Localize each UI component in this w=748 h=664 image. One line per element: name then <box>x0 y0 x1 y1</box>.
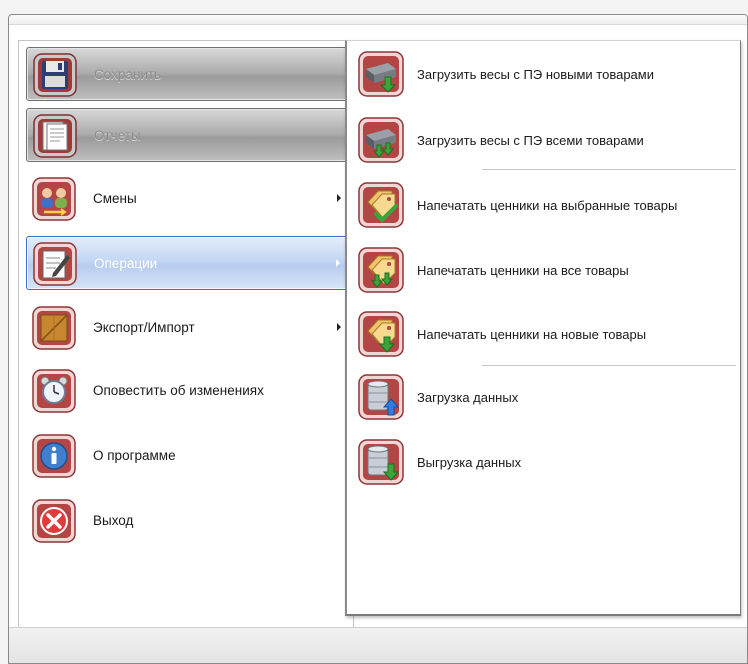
window-status-area <box>9 627 747 663</box>
database-download-icon <box>358 439 404 485</box>
menu-item-save-label: Сохранить <box>94 67 162 82</box>
price-tag-all-icon <box>358 247 404 293</box>
menu-item-notify-changes-label: Оповестить об изменениях <box>93 383 264 398</box>
scale-download-all-icon <box>358 117 404 163</box>
submenu-item-data-download[interactable]: Выгрузка данных <box>349 433 741 491</box>
submenu-arrow-icon <box>337 194 341 202</box>
box-export-icon <box>32 306 76 350</box>
price-tag-check-icon <box>358 182 404 228</box>
submenu-item-print-all[interactable]: Напечатать ценники на все товары <box>349 241 741 299</box>
alarm-clock-icon <box>32 369 76 413</box>
menu-item-export-import[interactable]: Экспорт/Импорт <box>26 301 354 355</box>
submenu-item-load-scales-new-label: Загрузить весы с ПЭ новыми товарами <box>417 66 654 82</box>
menu-item-shifts[interactable]: Смены <box>26 172 354 226</box>
menu-item-export-import-label: Экспорт/Импорт <box>93 320 195 335</box>
info-icon <box>32 434 76 478</box>
submenu-item-print-new-label: Напечатать ценники на новые товары <box>417 326 647 342</box>
submenu-item-load-scales-all-label: Загрузить весы с ПЭ всеми товарами <box>417 132 644 148</box>
menu-item-operations[interactable]: Операции <box>26 236 354 290</box>
submenu-item-print-selected-label: Напечатать ценники на выбранные товары <box>417 197 678 213</box>
menu-item-about-label: О программе <box>93 448 176 463</box>
menu-item-operations-label: Операции <box>94 256 158 271</box>
clipboard-edit-icon <box>33 242 77 286</box>
submenu-item-load-scales-all[interactable]: Загрузить весы с ПЭ всеми товарами <box>349 111 741 169</box>
menu-item-save[interactable]: Сохранить <box>26 47 354 101</box>
menu-item-reports-label: Отчеты <box>94 128 141 143</box>
submenu-item-data-download-label: Выгрузка данных <box>417 454 522 470</box>
price-tag-new-icon <box>358 311 404 357</box>
menu-item-exit[interactable]: Выход <box>26 494 354 548</box>
submenu-item-print-selected[interactable]: Напечатать ценники на выбранные товары <box>349 176 741 234</box>
menu-item-about[interactable]: О программе <box>26 429 354 483</box>
application-window: Сохранить Отчеты Смены Операции Экспорт/… <box>8 14 748 664</box>
menu-item-reports[interactable]: Отчеты <box>26 108 354 162</box>
report-document-icon <box>33 114 77 158</box>
submenu-item-print-new[interactable]: Напечатать ценники на новые товары <box>349 305 741 363</box>
submenu-item-data-upload-label: Загрузка данных <box>417 389 519 405</box>
application-menu: Сохранить Отчеты Смены Операции Экспорт/… <box>18 40 354 640</box>
scale-download-new-icon <box>358 51 404 97</box>
menu-item-notify-changes[interactable]: Оповестить об изменениях <box>26 364 354 418</box>
submenu-item-load-scales-new[interactable]: Загрузить весы с ПЭ новыми товарами <box>349 45 741 103</box>
database-upload-icon <box>358 374 404 420</box>
submenu-arrow-icon <box>336 259 340 267</box>
submenu-separator <box>482 169 736 170</box>
submenu-separator <box>482 365 736 366</box>
submenu-arrow-icon <box>337 323 341 331</box>
shift-users-icon <box>32 177 76 221</box>
submenu-item-print-all-label: Напечатать ценники на все товары <box>417 262 629 278</box>
menu-item-exit-label: Выход <box>93 513 134 528</box>
operations-submenu: Загрузить весы с ПЭ новыми товарами Загр… <box>345 40 741 616</box>
submenu-item-data-upload[interactable]: Загрузка данных <box>349 368 741 426</box>
menu-item-shifts-label: Смены <box>93 191 137 206</box>
exit-icon <box>32 499 76 543</box>
window-top-edge <box>9 15 747 25</box>
floppy-disk-icon <box>33 53 77 97</box>
